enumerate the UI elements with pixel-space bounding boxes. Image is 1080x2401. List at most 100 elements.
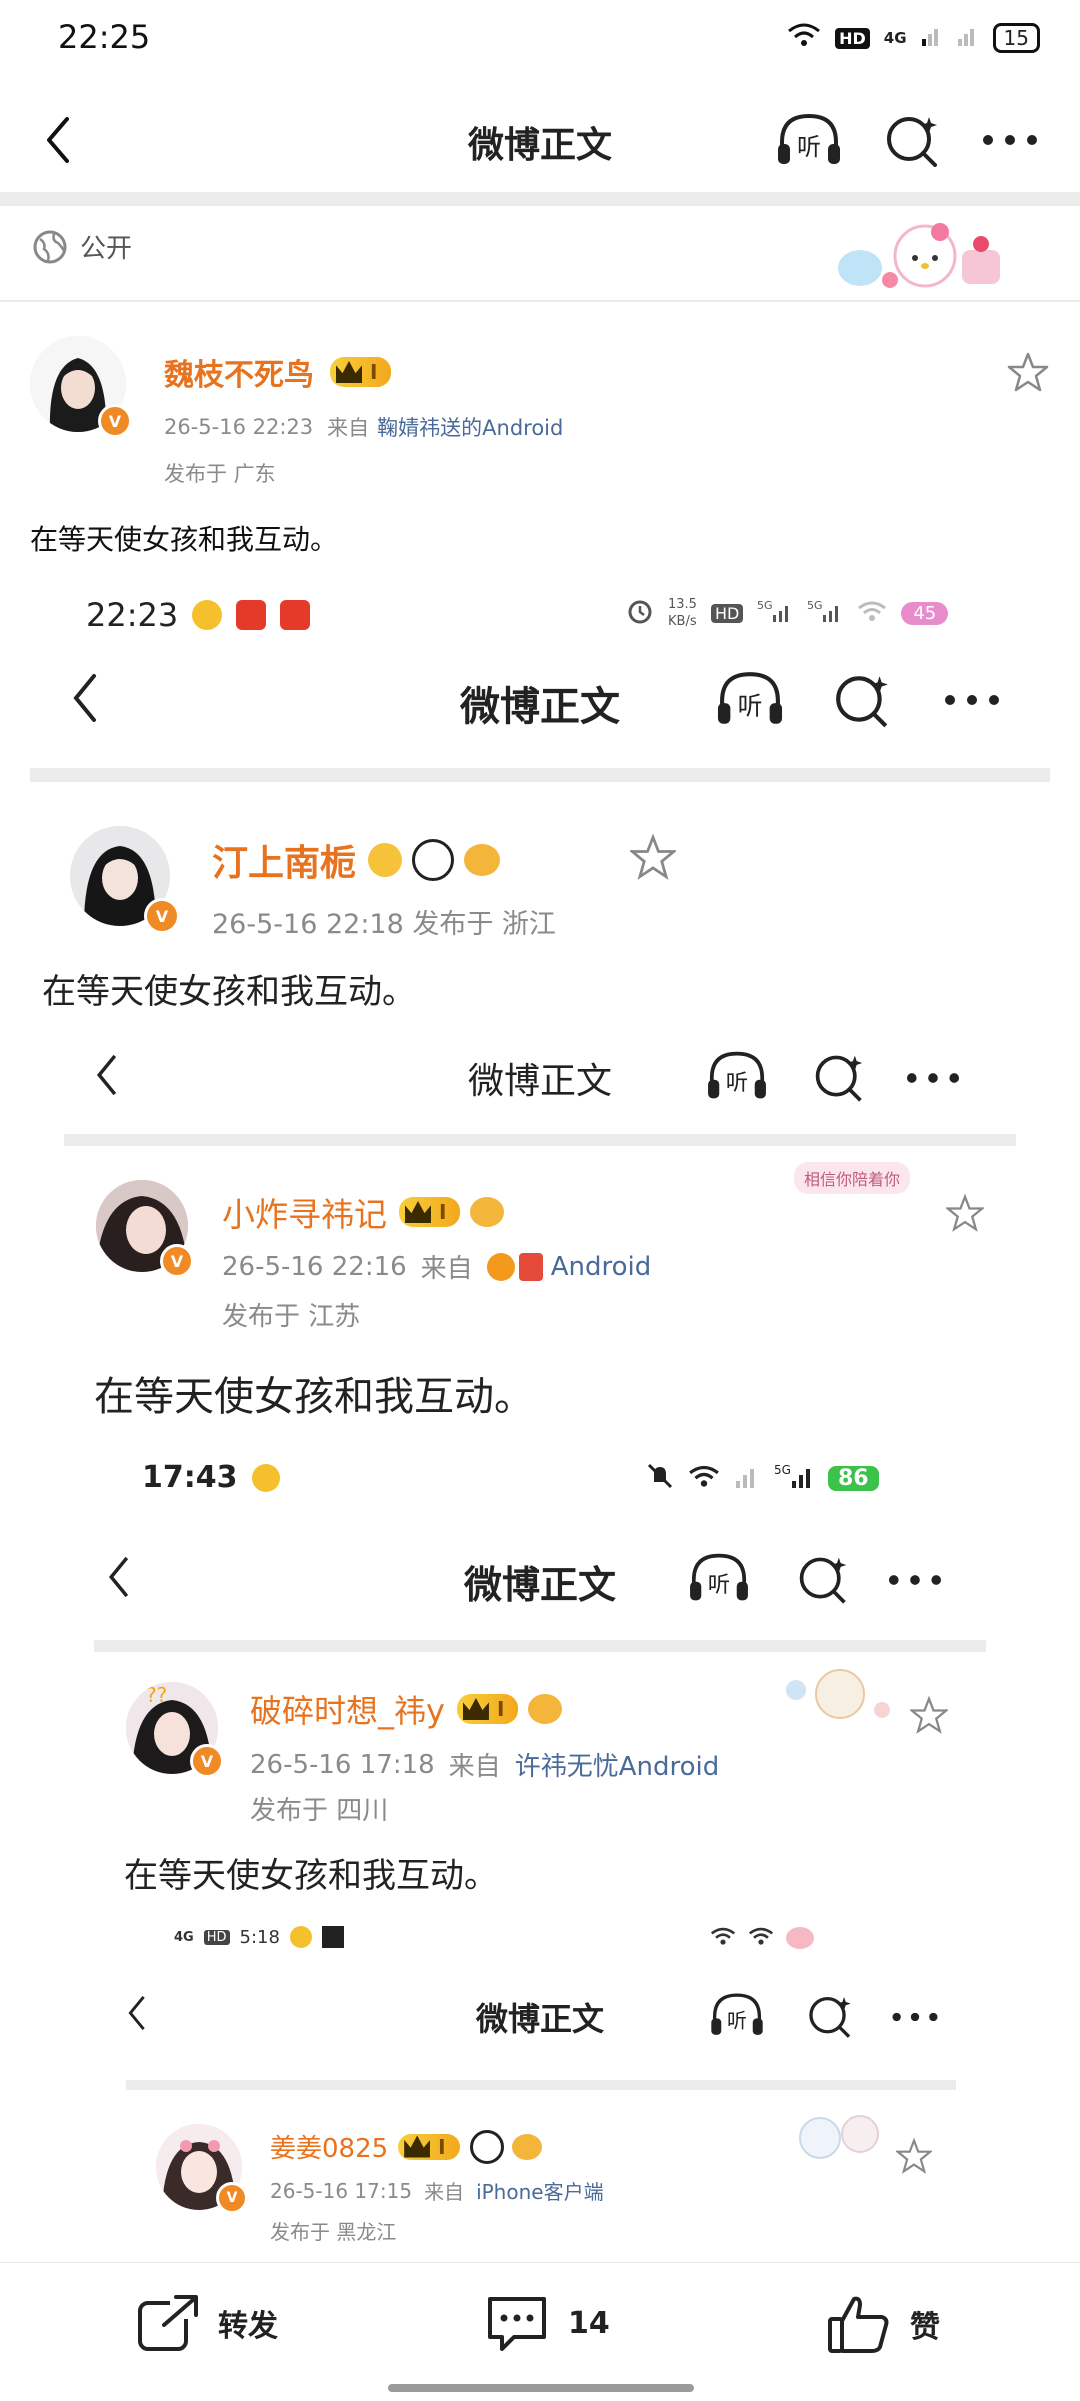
- ss3-source: 许祎无忧Android: [514, 1752, 720, 1782]
- ss3-author-row: 破碎时想_祎y I: [250, 1686, 563, 1732]
- headphones-icon: 听: [778, 113, 840, 164]
- ss4-level-badge: I: [398, 2133, 460, 2160]
- ss1-divider: [30, 768, 1050, 782]
- svg-text:??: ??: [146, 1683, 167, 1707]
- ss1-search-icon: [836, 676, 888, 728]
- ss3-status-left: 17:43: [142, 1460, 280, 1495]
- comment-count: 14: [568, 2305, 610, 2341]
- ss4-time: 5:18: [239, 1926, 280, 1948]
- ss2-star-icon: [946, 1194, 984, 1232]
- ss3-source-prefix: 来自: [448, 1752, 501, 1782]
- ss2-meta-row: 26-5-16 22:16 来自 Android: [222, 1248, 651, 1285]
- ss1-net-speed: 13.5 KB/s: [668, 597, 697, 629]
- panda-icon: [412, 839, 455, 881]
- ss2-date: 26-5-16 22:16: [222, 1251, 407, 1282]
- ss3-signal-icon-2: 5G: [774, 1463, 814, 1493]
- top-nav-bar: 微博正文 听: [0, 90, 1080, 190]
- ss3-author: 破碎时想_祎y: [250, 1692, 445, 1730]
- ss4-author-row: 姜姜0825 I: [270, 2128, 542, 2165]
- like-label: 赞: [910, 2310, 940, 2345]
- crown-badge-icon: [368, 843, 403, 877]
- ss2-more-icon: [906, 1073, 960, 1083]
- ss4-source-prefix: 来自: [424, 2180, 465, 2204]
- ss1-text: 在等天使女孩和我互动。: [42, 972, 416, 1012]
- ss2-text: 在等天使女孩和我互动。: [94, 1374, 534, 1420]
- ss1-headphones-icon: 听: [717, 672, 783, 724]
- ss3-star-icon: [910, 1696, 948, 1734]
- ss4-wifi-icon: [710, 1926, 736, 1950]
- verified-badge-icon: V: [98, 404, 132, 438]
- ss4-app-icon: [321, 1926, 344, 1948]
- post-source-link[interactable]: 鞠婧祎送的Android: [377, 412, 563, 442]
- ss4-meta-row: 26-5-16 17:15 来自 iPhone客户端: [270, 2176, 604, 2205]
- ss2-sticker: 相信你陪着你: [794, 1162, 911, 1194]
- author-name[interactable]: 魏枝不死鸟: [164, 350, 314, 394]
- popcorn-emoji-icon: [518, 1252, 543, 1281]
- visibility-label: 公开: [80, 234, 133, 264]
- ss1-more-icon: [945, 695, 999, 705]
- repost-button[interactable]: 转发: [136, 2293, 278, 2353]
- ss2-search-icon: [815, 1055, 863, 1102]
- post-image[interactable]: 22:23 13.5 KB/s HD 5G 5G 45 微博正文 听 V 汀上南栀…: [30, 578, 1050, 2258]
- ss4-search-icon: [809, 1996, 851, 2038]
- listen-button[interactable]: 听: [772, 108, 846, 172]
- ss3-header: 微博正文 听: [70, 1540, 1010, 1616]
- ss4-date: 26-5-16 17:15: [270, 2178, 413, 2203]
- comment-button[interactable]: 14: [484, 2293, 610, 2353]
- ss3-level-badge: I: [456, 1694, 519, 1724]
- ss3-search-icon: [799, 1557, 847, 1604]
- comment-icon: [488, 2297, 546, 2351]
- ss1-status-time: 22:23: [86, 596, 179, 634]
- ss3-text: 在等天使女孩和我互动。: [124, 1856, 498, 1896]
- ss2-verified-icon: V: [160, 1244, 194, 1278]
- ss2-author: 小炸寻祎记: [222, 1195, 387, 1234]
- orange-emoji-icon: [486, 1252, 515, 1281]
- ss3-time: 17:43: [142, 1460, 238, 1495]
- svg-text:听: 听: [727, 2009, 747, 2032]
- repost-label: 转发: [218, 2309, 278, 2344]
- mute-icon: [646, 1462, 674, 1494]
- status-bar: 22:25 HD 4G 15: [0, 0, 1080, 80]
- ss4-weibo-icon: [289, 1926, 312, 1948]
- home-indicator: [388, 2384, 694, 2392]
- more-button[interactable]: [978, 110, 1042, 170]
- ss3-weibo-icon: [251, 1463, 280, 1492]
- ss4-battery-icon: [786, 1927, 814, 1949]
- ss3-meta-row: 26-5-16 17:18 来自 许祎无忧Android: [250, 1746, 719, 1783]
- alarm-icon: [626, 597, 654, 629]
- signal-icon: [921, 23, 943, 53]
- ss3-headphones-icon: 听: [690, 1553, 748, 1601]
- ss3-sticker-decoration: [774, 1660, 904, 1730]
- ss4-star-icon: [896, 2138, 932, 2174]
- ss1-meta: 26-5-16 22:18 发布于 浙江: [212, 909, 556, 940]
- ss2-author-row: 小炸寻祎记 I: [222, 1188, 505, 1236]
- ai-search-button[interactable]: [880, 108, 944, 172]
- svg-text:听: 听: [708, 1572, 730, 1598]
- like-button[interactable]: 赞: [826, 2293, 940, 2355]
- ss2-location: 发布于 江苏: [222, 1302, 361, 1332]
- ss4-source: iPhone客户端: [476, 2180, 604, 2204]
- ss4-status-right: [710, 1926, 814, 1950]
- ss2-source-prefix: 来自: [420, 1254, 473, 1284]
- repost-icon: [138, 2293, 200, 2351]
- ss4-headphones-icon: 听: [711, 1993, 763, 2035]
- ss2-title: 微博正文: [467, 1061, 612, 1102]
- ss4-wifi-icon-2: [748, 1926, 774, 1950]
- status-time: 22:25: [58, 18, 151, 56]
- ss1-signal-icon: 5G: [757, 599, 793, 627]
- ss3-date: 26-5-16 17:18: [250, 1749, 435, 1780]
- crown-icon: [336, 361, 362, 383]
- ss3-location: 发布于 四川: [250, 1796, 389, 1826]
- ss2-header: 微博正文 听: [50, 1038, 1030, 1114]
- post-author-row: 魏枝不死鸟 I: [164, 350, 392, 394]
- post-date: 26-5-16 22:23: [164, 415, 314, 439]
- ss4-more-icon: [892, 2012, 938, 2022]
- favorite-star-button[interactable]: [1002, 346, 1054, 398]
- post-meta-row: 26-5-16 22:23 来自 鞠婧祎送的Android: [164, 412, 563, 442]
- ss1-wifi-icon: [857, 600, 887, 626]
- ss4-title: 微博正文: [475, 2000, 604, 2038]
- kitty-sticker-decoration: [830, 208, 1010, 294]
- ss3-signal-icon: [734, 1463, 760, 1493]
- ss3-verified-icon: V: [190, 1744, 224, 1778]
- svg-text:听: 听: [738, 692, 763, 721]
